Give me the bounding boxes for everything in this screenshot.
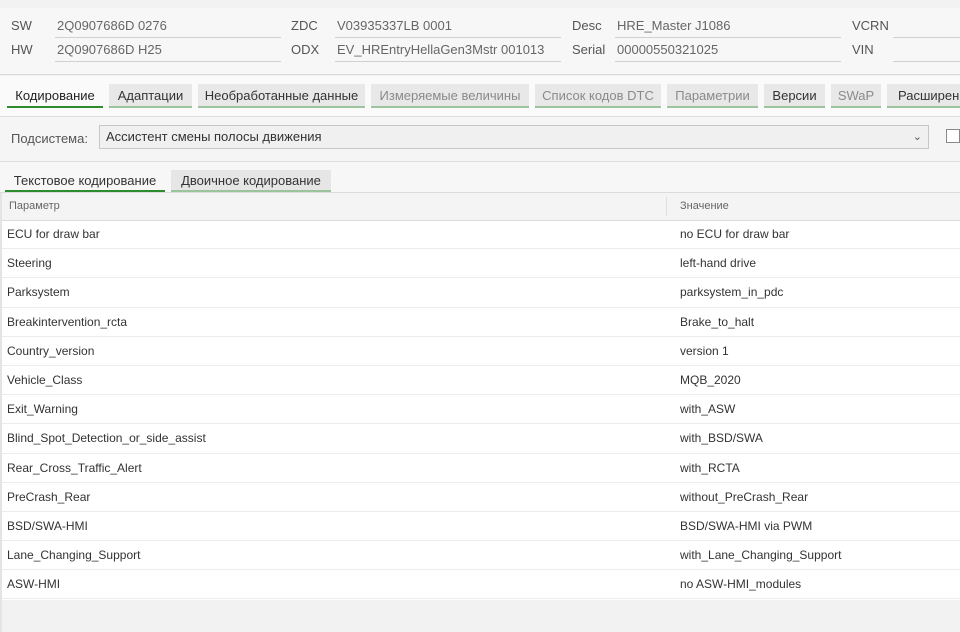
tab-measured-values[interactable]: Измеряемые величины	[371, 84, 529, 108]
table-row[interactable]: Exit_Warning with_ASW	[2, 395, 960, 425]
tab-coding[interactable]: Кодирование	[7, 84, 103, 108]
parameter-cell: PreCrash_Rear	[7, 489, 91, 504]
value-cell[interactable]: with_ASW	[680, 395, 735, 423]
tab-binary-coding[interactable]: Двоичное кодирование	[171, 170, 331, 192]
column-divider[interactable]	[666, 197, 667, 216]
value-cell[interactable]: with_RCTA	[680, 454, 740, 482]
tab-text-coding[interactable]: Текстовое кодирование	[5, 170, 165, 192]
tab-parameters[interactable]: Параметрии	[667, 84, 758, 108]
table-row[interactable]: ECU for draw bar no ECU for draw bar	[2, 220, 960, 250]
parameter-cell: Vehicle_Class	[7, 372, 83, 387]
value-cell[interactable]: MQB_2020	[680, 366, 741, 394]
parameter-cell: Blind_Spot_Detection_or_side_assist	[7, 431, 206, 446]
parameter-cell: BSD/SWA-HMI	[7, 518, 88, 533]
odx-value[interactable]: EV_HREntryHellaGen3Mstr 001013	[335, 40, 561, 62]
serial-value[interactable]: 00000550321025	[615, 40, 841, 62]
value-cell[interactable]: without_PreCrash_Rear	[680, 483, 808, 511]
value-cell[interactable]: with_Lane_Changing_Support	[680, 541, 841, 569]
table-row[interactable]: Vehicle_Class MQB_2020	[2, 366, 960, 396]
table-row[interactable]: BSD/SWA-HMI BSD/SWA-HMI via PWM	[2, 512, 960, 542]
odx-label: ODX	[291, 42, 320, 57]
parameter-cell: Parksystem	[7, 285, 70, 300]
tab-raw-data[interactable]: Необработанные данные	[198, 84, 365, 108]
parameter-cell: Exit_Warning	[7, 402, 78, 417]
parameter-cell: ASW-HMI	[7, 577, 61, 592]
table-row[interactable]: ASW-HMI no ASW-HMI_modules	[2, 570, 960, 600]
desc-value[interactable]: HRE_Master J1086	[615, 16, 841, 38]
value-cell[interactable]: Brake_to_halt	[680, 308, 754, 336]
parameter-cell: Rear_Cross_Traffic_Alert	[7, 460, 142, 475]
chevron-down-icon: ⌄	[912, 131, 922, 143]
subsystem-bar: Подсистема: Ассистент смены полосы движе…	[0, 117, 960, 162]
value-cell[interactable]: with_BSD/SWA	[680, 424, 763, 452]
coding-mode-tabs: Текстовое кодирование Двоичное кодирован…	[0, 162, 960, 193]
hw-label: HW	[11, 42, 33, 57]
table-row[interactable]: Steering left-hand drive	[2, 249, 960, 279]
tab-adaptations[interactable]: Адаптации	[109, 84, 192, 108]
value-cell[interactable]: left-hand drive	[680, 249, 756, 277]
zdc-value[interactable]: V03935337LB 0001	[335, 16, 561, 38]
value-cell[interactable]: parksystem_in_pdc	[680, 278, 783, 306]
table-row[interactable]: Lane_Changing_Support with_Lane_Changing_…	[2, 541, 960, 571]
ecu-info-panel: SW 2Q0907686D 0276 ZDC V03935337LB 0001 …	[0, 8, 960, 75]
parameter-cell: Breakintervention_rcta	[7, 314, 128, 329]
desc-label: Desc	[572, 18, 602, 33]
coding-table: Параметр Значение ECU for draw bar no ECU…	[2, 193, 960, 600]
value-cell[interactable]: BSD/SWA-HMI via PWM	[680, 512, 812, 540]
tab-dtc-list[interactable]: Список кодов DTC	[535, 84, 661, 108]
sw-label: SW	[11, 18, 32, 33]
hw-value[interactable]: 2Q0907686D H25	[55, 40, 281, 62]
table-row[interactable]: Breakintervention_rcta Brake_to_halt	[2, 308, 960, 337]
serial-label: Serial	[572, 42, 606, 57]
tab-versions[interactable]: Версии	[764, 84, 825, 108]
subsystem-select[interactable]: Ассистент смены полосы движения ⌄	[99, 125, 929, 149]
parameter-cell: Steering	[7, 256, 52, 271]
tab-advanced[interactable]: Расширенн	[887, 84, 960, 108]
value-cell[interactable]: no ECU for draw bar	[680, 220, 789, 248]
table-row[interactable]: PreCrash_Rear without_PreCrash_Rear	[2, 483, 960, 512]
subsystem-label: Подсистема:	[11, 131, 88, 146]
value-cell[interactable]: no ASW-HMI_modules	[680, 570, 801, 598]
column-header-parameter[interactable]: Параметр	[9, 193, 60, 220]
table-row[interactable]: Rear_Cross_Traffic_Alert with_RCTA	[2, 454, 960, 483]
column-header-value[interactable]: Значение	[680, 193, 729, 220]
table-row[interactable]: Blind_Spot_Detection_or_side_assist with_…	[2, 424, 960, 454]
parameter-cell: ECU for draw bar	[7, 227, 100, 241]
option-checkbox[interactable]	[946, 129, 960, 143]
parameter-cell: Country_version	[7, 343, 95, 358]
sw-value[interactable]: 2Q0907686D 0276	[55, 16, 281, 38]
tab-swap[interactable]: SWaP	[831, 84, 881, 108]
vin-label: VIN	[852, 42, 874, 57]
vcrn-value[interactable]	[893, 16, 960, 38]
table-body: ECU for draw bar no ECU for draw bar Steer…	[2, 220, 960, 600]
table-row[interactable]: Parksystem parksystem_in_pdc	[2, 278, 960, 308]
table-row[interactable]: Country_version version 1	[2, 337, 960, 366]
table-header: Параметр Значение	[2, 193, 960, 221]
subsystem-selected-value: Ассистент смены полосы движения	[106, 129, 322, 144]
vcrn-label: VCRN	[852, 18, 889, 33]
value-cell[interactable]: version 1	[680, 337, 729, 365]
main-tab-bar: Кодирование Адаптации Необработанные дан…	[0, 76, 960, 117]
parameter-cell: Lane_Changing_Support	[7, 548, 141, 563]
zdc-label: ZDC	[291, 18, 318, 33]
info-row-1: SW 2Q0907686D 0276 ZDC V03935337LB 0001 …	[0, 16, 960, 40]
vin-value[interactable]	[893, 40, 960, 62]
info-row-2: HW 2Q0907686D H25 ODX EV_HREntryHellaGen…	[0, 40, 960, 64]
